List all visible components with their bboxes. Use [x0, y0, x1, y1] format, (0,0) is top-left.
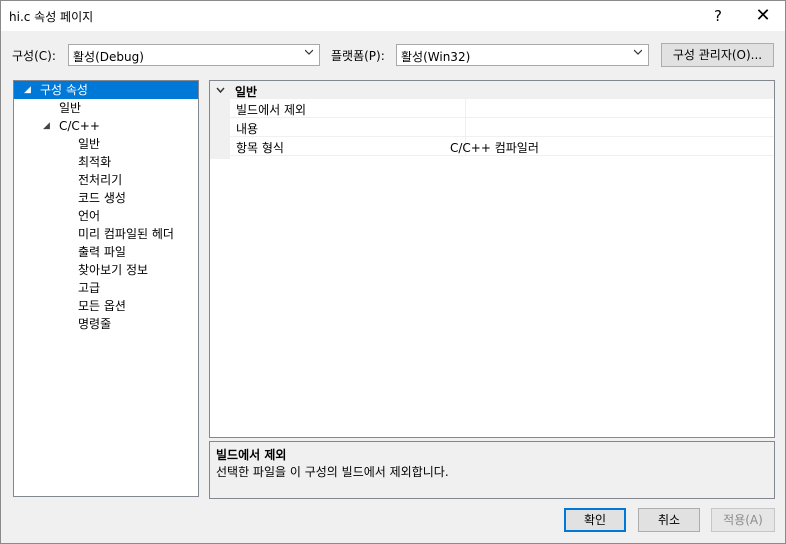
tree-item-browse-information[interactable]: 찾아보기 정보 — [78, 261, 148, 279]
tree-item-optimization[interactable]: 최적화 — [78, 153, 111, 171]
category-row-general[interactable]: 일반 — [210, 81, 774, 99]
property-row-content[interactable]: 내용 — [230, 118, 774, 137]
property-row-exclude-from-build[interactable]: 빌드에서 제외 — [230, 99, 774, 118]
window-title: hi.c 속성 페이지 — [9, 10, 94, 24]
property-name: 항목 형식 — [236, 141, 284, 155]
config-label: 구성(C): — [12, 49, 56, 63]
expanded-icon[interactable]: ◢ — [24, 81, 34, 99]
property-grid: 일반 빌드에서 제외 내용 항목 형식 C/C++ 컴파일러 — [209, 80, 775, 438]
property-name: 내용 — [236, 122, 259, 136]
description-title: 빌드에서 제외 — [216, 448, 287, 462]
property-pages-dialog: hi.c 속성 페이지 ? ✕ 구성(C): 활성(Debug) 플랫폼(P):… — [0, 0, 786, 544]
expanded-icon[interactable]: ◢ — [43, 117, 53, 135]
config-select-value: 활성(Debug) — [73, 50, 144, 64]
chevron-down-icon — [634, 49, 642, 55]
apply-button[interactable]: 적용(A) — [711, 508, 775, 532]
tree-item-general[interactable]: 일반 — [59, 99, 81, 117]
tree-item-output-files[interactable]: 출력 파일 — [78, 243, 126, 261]
category-label: 일반 — [235, 85, 258, 99]
help-button[interactable]: ? — [698, 1, 738, 31]
property-name: 빌드에서 제외 — [236, 103, 307, 117]
title-bar: hi.c 속성 페이지 ? ✕ — [1, 1, 785, 31]
config-select[interactable]: 활성(Debug) — [68, 44, 320, 66]
grid-gutter — [210, 99, 230, 159]
close-button[interactable]: ✕ — [743, 1, 783, 31]
column-divider[interactable] — [465, 99, 466, 117]
tree-item-code-generation[interactable]: 코드 생성 — [78, 189, 126, 207]
platform-select[interactable]: 활성(Win32) — [396, 44, 649, 66]
collapse-chevron-icon[interactable] — [216, 86, 225, 94]
property-value[interactable]: C/C++ 컴파일러 — [450, 139, 539, 156]
description-text: 선택한 파일을 이 구성의 빌드에서 제외합니다. — [216, 465, 449, 479]
tree-item-all-options[interactable]: 모든 옵션 — [78, 297, 126, 315]
platform-label: 플랫폼(P): — [331, 49, 385, 63]
chevron-down-icon — [305, 49, 313, 55]
tree-item-command-line[interactable]: 명령줄 — [78, 315, 111, 333]
config-manager-button[interactable]: 구성 관리자(O)... — [661, 43, 774, 67]
tree-item-preprocessor[interactable]: 전처리기 — [78, 171, 122, 189]
tree-item-config-properties[interactable]: ◢ 구성 속성 — [14, 81, 198, 99]
description-panel: 빌드에서 제외 선택한 파일을 이 구성의 빌드에서 제외합니다. — [209, 441, 775, 499]
property-row-item-type[interactable]: 항목 형식 C/C++ 컴파일러 — [230, 137, 774, 156]
column-divider[interactable] — [465, 118, 466, 136]
ok-button[interactable]: 확인 — [564, 508, 626, 532]
platform-select-value: 활성(Win32) — [401, 50, 471, 64]
tree-item-cpp[interactable]: ◢ C/C++ — [14, 117, 198, 135]
tree-item-advanced[interactable]: 고급 — [78, 279, 100, 297]
tree-item-language[interactable]: 언어 — [78, 207, 100, 225]
property-tree: ◢ 구성 속성 일반 ◢ C/C++ 일반 최적화 전처리기 코드 생성 언어 … — [13, 80, 199, 497]
tree-item-precompiled-headers[interactable]: 미리 컴파일된 헤더 — [78, 225, 174, 243]
tree-item-cpp-general[interactable]: 일반 — [78, 135, 100, 153]
cancel-button[interactable]: 취소 — [638, 508, 700, 532]
